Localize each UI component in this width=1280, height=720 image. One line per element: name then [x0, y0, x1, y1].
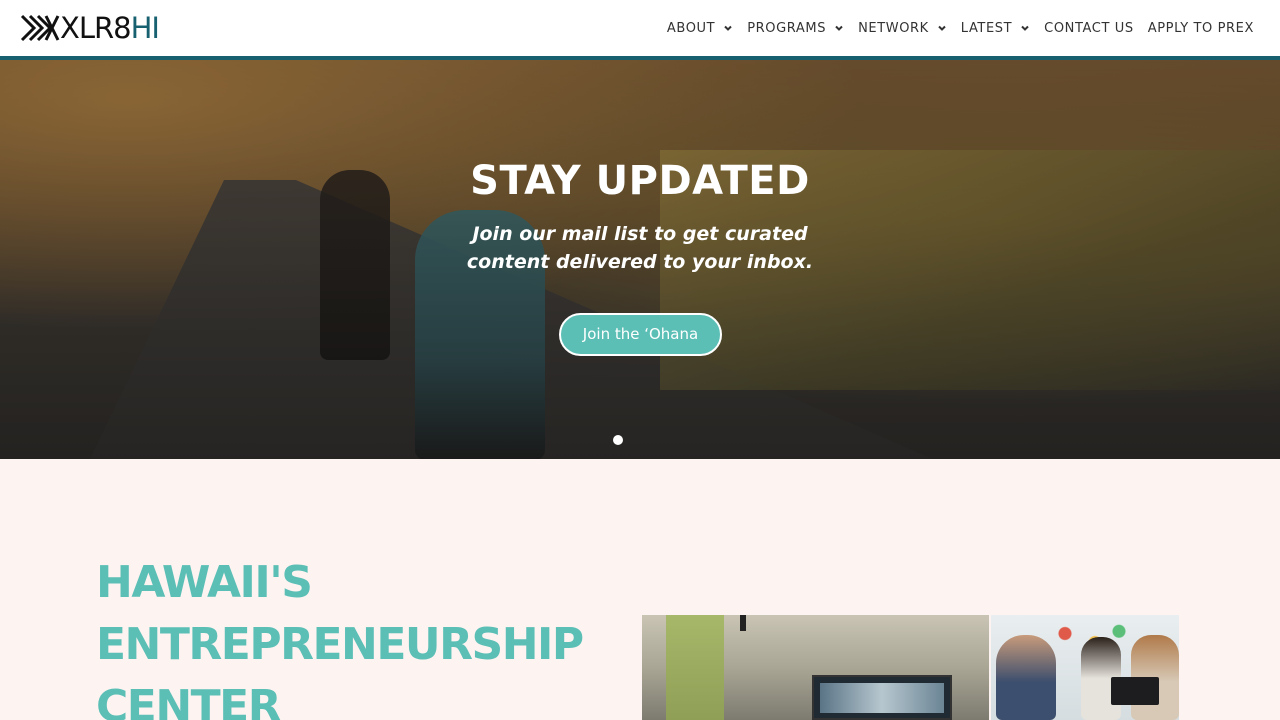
- nav-item-label: LATEST: [960, 20, 1013, 36]
- site-header: XLR8HI ABOUT PROGRAMS NETWORK LATEST CON…: [0, 0, 1280, 56]
- nav-item-label: PROGRAMS: [747, 20, 827, 36]
- chevron-down-icon: [724, 25, 732, 31]
- nav-item-about[interactable]: ABOUT: [667, 21, 733, 36]
- event-photo: [642, 615, 989, 720]
- nav-item-programs[interactable]: PROGRAMS: [747, 21, 844, 36]
- photo-laptop-detail: [1111, 677, 1159, 705]
- nav-item-latest[interactable]: LATEST: [961, 21, 1030, 36]
- nav-item-label: CONTACT US: [1044, 20, 1134, 36]
- main-nav: ABOUT PROGRAMS NETWORK LATEST CONTACT US…: [653, 0, 1254, 56]
- slider-dot[interactable]: [613, 435, 623, 445]
- logo-chevrons-icon: [20, 14, 60, 42]
- nav-item-label: NETWORK: [858, 20, 929, 36]
- photo-person-detail: [996, 635, 1056, 720]
- nav-item-network[interactable]: NETWORK: [858, 21, 947, 36]
- logo-text-main: XLR8: [60, 11, 132, 45]
- hero-title: STAY UPDATED: [470, 158, 810, 204]
- chevron-down-icon: [835, 25, 843, 31]
- logo-text: XLR8HI: [60, 11, 160, 45]
- site-logo[interactable]: XLR8HI: [20, 11, 160, 45]
- photo-screen-detail: [812, 675, 952, 720]
- hero-slider: STAY UPDATED Join our mail list to get c…: [0, 60, 1280, 459]
- team-meeting-photo: [991, 615, 1179, 720]
- hero-content: STAY UPDATED Join our mail list to get c…: [0, 60, 1280, 459]
- chevron-down-icon: [1021, 25, 1029, 31]
- logo-text-accent: HI: [130, 11, 160, 45]
- photo-lamp-detail: [740, 615, 746, 631]
- nav-item-contact-us[interactable]: CONTACT US: [1044, 21, 1134, 36]
- section-title: HAWAII'S ENTREPRENEURSHIP CENTER: [96, 557, 584, 720]
- photo-wall-detail: [666, 615, 724, 720]
- chevron-down-icon: [938, 25, 946, 31]
- nav-item-apply-to-prex[interactable]: APPLY TO PREX: [1148, 21, 1254, 36]
- nav-item-label: ABOUT: [666, 20, 716, 36]
- hero-subtitle: Join our mail list to get curated conten…: [466, 223, 814, 273]
- nav-item-label: APPLY TO PREX: [1147, 20, 1254, 36]
- join-ohana-button[interactable]: Join the ‘Ohana: [559, 313, 722, 356]
